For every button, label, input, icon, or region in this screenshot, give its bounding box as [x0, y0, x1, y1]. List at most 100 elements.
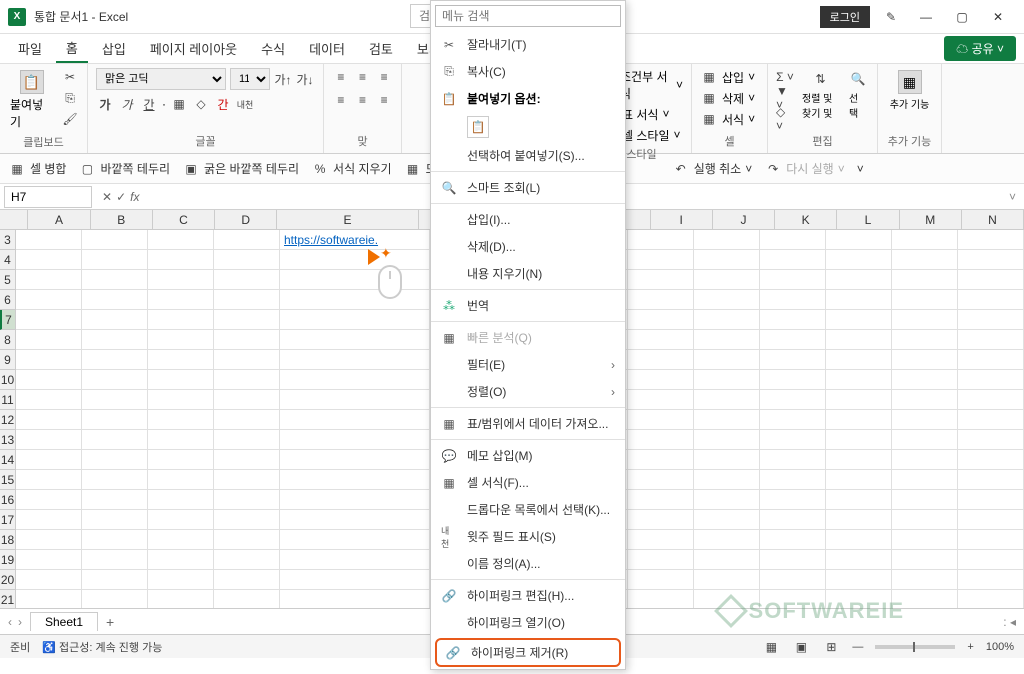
- cell[interactable]: [826, 450, 892, 469]
- cell[interactable]: [16, 430, 82, 449]
- cell[interactable]: [214, 410, 280, 429]
- cell[interactable]: [82, 330, 148, 349]
- cell[interactable]: [148, 230, 214, 249]
- cell[interactable]: [760, 430, 826, 449]
- cell[interactable]: [148, 250, 214, 269]
- cell[interactable]: [694, 310, 760, 329]
- cell[interactable]: [214, 570, 280, 589]
- cell[interactable]: [628, 530, 694, 549]
- cell[interactable]: [628, 330, 694, 349]
- decrease-font-icon[interactable]: 가↓: [296, 70, 314, 88]
- cell[interactable]: [82, 310, 148, 329]
- cell[interactable]: [958, 310, 1024, 329]
- ctx-open-hyperlink[interactable]: 하이퍼링크 열기(O): [431, 609, 625, 636]
- cell[interactable]: [892, 410, 958, 429]
- cell[interactable]: [694, 230, 760, 249]
- cell[interactable]: [82, 410, 148, 429]
- cell[interactable]: [82, 390, 148, 409]
- sheet-tab-1[interactable]: Sheet1: [30, 612, 98, 631]
- cell[interactable]: [214, 350, 280, 369]
- cell[interactable]: [280, 350, 430, 369]
- cell[interactable]: [280, 450, 430, 469]
- cell[interactable]: [214, 470, 280, 489]
- ctx-insert-comment[interactable]: 💬메모 삽입(M): [431, 442, 625, 469]
- cell[interactable]: [16, 370, 82, 389]
- cell[interactable]: [148, 430, 214, 449]
- cell[interactable]: [958, 390, 1024, 409]
- cell[interactable]: [958, 430, 1024, 449]
- cell[interactable]: [694, 430, 760, 449]
- font-name-select[interactable]: 맑은 고딕: [96, 68, 226, 90]
- ctx-insert[interactable]: 삽입(I)...: [431, 206, 625, 233]
- col-header-m[interactable]: M: [900, 210, 962, 229]
- cell[interactable]: [628, 270, 694, 289]
- cell[interactable]: [148, 270, 214, 289]
- sheet-prev-icon[interactable]: ‹: [8, 615, 12, 629]
- row-header-17[interactable]: 17: [0, 510, 15, 530]
- cell[interactable]: [628, 370, 694, 389]
- select-all-corner[interactable]: [0, 210, 28, 229]
- cell[interactable]: [958, 250, 1024, 269]
- col-header-k[interactable]: K: [775, 210, 837, 229]
- login-badge[interactable]: 로그인: [820, 6, 870, 28]
- zoom-in-button[interactable]: +: [967, 641, 973, 653]
- cell[interactable]: [214, 510, 280, 529]
- col-header-l[interactable]: L: [837, 210, 899, 229]
- ctx-filter[interactable]: 필터(E)›: [431, 351, 625, 378]
- phonetic-icon[interactable]: 내천: [236, 95, 254, 113]
- cell[interactable]: [694, 290, 760, 309]
- cell[interactable]: [892, 570, 958, 589]
- cell[interactable]: [82, 250, 148, 269]
- menu-review[interactable]: 검토: [359, 35, 403, 62]
- cell[interactable]: [826, 530, 892, 549]
- cell[interactable]: [826, 550, 892, 569]
- cell[interactable]: [826, 510, 892, 529]
- underline-button[interactable]: 간: [140, 95, 158, 113]
- cell[interactable]: [694, 330, 760, 349]
- cell[interactable]: [16, 530, 82, 549]
- col-header-d[interactable]: D: [215, 210, 277, 229]
- zoom-level[interactable]: 100%: [986, 641, 1014, 653]
- cell[interactable]: [958, 450, 1024, 469]
- cell[interactable]: [280, 250, 430, 269]
- menu-home[interactable]: 홈: [56, 34, 88, 63]
- cell[interactable]: [694, 350, 760, 369]
- cell[interactable]: https://softwareie.: [280, 230, 430, 249]
- cell[interactable]: [958, 370, 1024, 389]
- ctx-copy[interactable]: ⎘복사(C): [431, 58, 625, 85]
- cell[interactable]: [892, 390, 958, 409]
- cell[interactable]: [280, 490, 430, 509]
- cell[interactable]: [148, 410, 214, 429]
- cell[interactable]: [826, 350, 892, 369]
- cell[interactable]: [82, 290, 148, 309]
- clear-format-button[interactable]: %서식 지우기: [311, 160, 392, 178]
- menu-search-input[interactable]: [435, 5, 621, 27]
- cell[interactable]: [694, 270, 760, 289]
- cell[interactable]: [826, 290, 892, 309]
- cell[interactable]: [760, 310, 826, 329]
- cell[interactable]: [214, 330, 280, 349]
- close-button[interactable]: ✕: [980, 2, 1016, 32]
- cell[interactable]: [82, 230, 148, 249]
- cell[interactable]: [892, 370, 958, 389]
- cell[interactable]: [148, 530, 214, 549]
- row-header-16[interactable]: 16: [0, 490, 15, 510]
- cell[interactable]: [760, 510, 826, 529]
- align-top-icon[interactable]: ≡: [332, 68, 350, 86]
- col-header-j[interactable]: J: [713, 210, 775, 229]
- cell[interactable]: [280, 550, 430, 569]
- paste-button[interactable]: 📋 붙여넣기: [8, 68, 55, 132]
- cell[interactable]: [760, 330, 826, 349]
- cell[interactable]: [148, 490, 214, 509]
- cell[interactable]: [958, 230, 1024, 249]
- cell[interactable]: [694, 490, 760, 509]
- cell[interactable]: [958, 270, 1024, 289]
- cell[interactable]: [148, 450, 214, 469]
- cell[interactable]: [280, 370, 430, 389]
- cell[interactable]: [892, 330, 958, 349]
- sort-filter-button[interactable]: ⇅ 정렬 및 찾기 및: [800, 68, 841, 122]
- menu-insert[interactable]: 삽입: [92, 35, 136, 62]
- cell[interactable]: [826, 410, 892, 429]
- sheet-scroll-indicator[interactable]: : ◂: [1003, 615, 1016, 629]
- thick-border-button[interactable]: ▣굵은 바깥쪽 테두리: [182, 160, 299, 178]
